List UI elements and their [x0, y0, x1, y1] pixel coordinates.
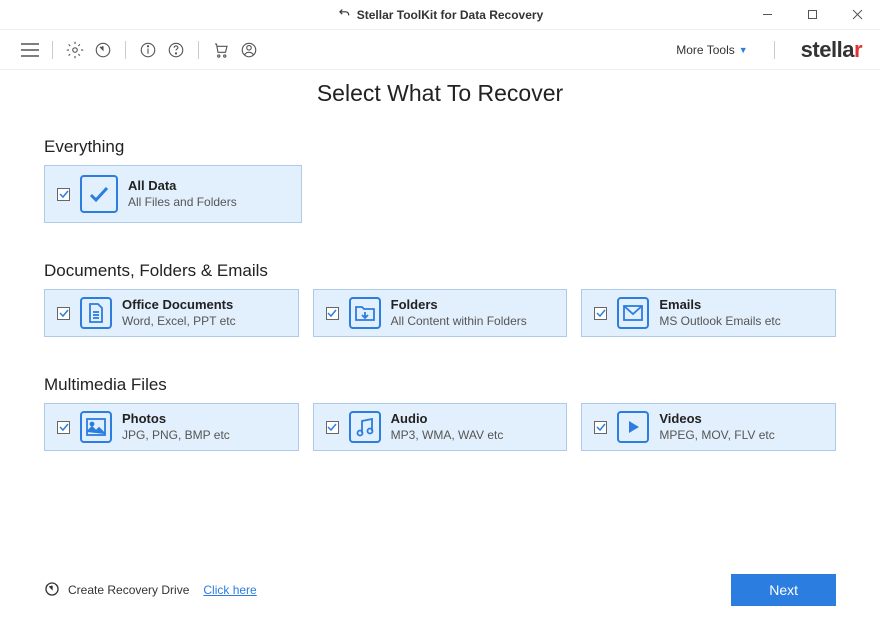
card-desc: All Files and Folders — [128, 195, 289, 211]
section-documents: Documents, Folders & Emails Office Docum… — [44, 261, 836, 337]
card-desc: MS Outlook Emails etc — [659, 314, 823, 330]
recovery-drive-label: Create Recovery Drive — [68, 583, 189, 597]
help-icon[interactable] — [164, 38, 188, 62]
divider — [774, 41, 775, 59]
section-title: Everything — [44, 137, 836, 157]
checkbox[interactable] — [57, 421, 70, 434]
content: Select What To Recover Everything All Da… — [0, 70, 880, 451]
card-title: Emails — [659, 297, 823, 314]
toolbar-right: More Tools ▼ stellar — [676, 37, 862, 63]
email-icon — [617, 297, 649, 329]
divider — [198, 41, 199, 59]
maximize-button[interactable] — [790, 0, 835, 29]
close-button[interactable] — [835, 0, 880, 29]
card-desc: All Content within Folders — [391, 314, 555, 330]
card-audio[interactable]: Audio MP3, WMA, WAV etc — [313, 403, 568, 451]
checkbox-all-data[interactable] — [57, 188, 70, 201]
card-desc: MP3, WMA, WAV etc — [391, 428, 555, 444]
section-multimedia: Multimedia Files Photos JPG, PNG, BMP et… — [44, 375, 836, 451]
toolbar-left — [18, 38, 261, 62]
card-videos[interactable]: Videos MPEG, MOV, FLV etc — [581, 403, 836, 451]
gear-icon[interactable] — [63, 38, 87, 62]
menu-icon[interactable] — [18, 38, 42, 62]
more-tools-dropdown[interactable]: More Tools ▼ — [676, 43, 747, 57]
divider — [52, 41, 53, 59]
minimize-button[interactable] — [745, 0, 790, 29]
recovery-drive-icon — [44, 581, 60, 600]
document-icon — [80, 297, 112, 329]
section-title: Multimedia Files — [44, 375, 836, 395]
card-folders[interactable]: Folders All Content within Folders — [313, 289, 568, 337]
card-desc: Word, Excel, PPT etc — [122, 314, 286, 330]
back-icon — [337, 6, 351, 23]
titlebar: Stellar ToolKit for Data Recovery — [0, 0, 880, 30]
checkbox[interactable] — [326, 307, 339, 320]
user-icon[interactable] — [237, 38, 261, 62]
footer-left: Create Recovery Drive Click here — [44, 581, 257, 600]
window-title-wrap: Stellar ToolKit for Data Recovery — [337, 6, 544, 23]
card-title: Folders — [391, 297, 555, 314]
more-tools-label: More Tools — [676, 43, 734, 57]
video-icon — [617, 411, 649, 443]
audio-icon — [349, 411, 381, 443]
card-title: Audio — [391, 411, 555, 428]
logo: stellar — [801, 37, 862, 63]
card-photos[interactable]: Photos JPG, PNG, BMP etc — [44, 403, 299, 451]
card-title: Photos — [122, 411, 286, 428]
footer: Create Recovery Drive Click here Next — [0, 574, 880, 606]
toolbar: More Tools ▼ stellar — [0, 30, 880, 70]
card-desc: JPG, PNG, BMP etc — [122, 428, 286, 444]
checkbox[interactable] — [57, 307, 70, 320]
folder-icon — [349, 297, 381, 329]
card-all-data[interactable]: All Data All Files and Folders — [44, 165, 302, 223]
click-here-link[interactable]: Click here — [203, 583, 256, 597]
card-emails[interactable]: Emails MS Outlook Emails etc — [581, 289, 836, 337]
page-title: Select What To Recover — [44, 80, 836, 107]
window-controls — [745, 0, 880, 29]
checkbox[interactable] — [594, 307, 607, 320]
chevron-down-icon: ▼ — [739, 45, 748, 55]
history-icon[interactable] — [91, 38, 115, 62]
next-button[interactable]: Next — [731, 574, 836, 606]
photo-icon — [80, 411, 112, 443]
section-everything: Everything All Data All Files and Folder… — [44, 137, 836, 223]
card-title: All Data — [128, 178, 289, 195]
card-title: Videos — [659, 411, 823, 428]
cart-icon[interactable] — [209, 38, 233, 62]
card-title: Office Documents — [122, 297, 286, 314]
checkbox[interactable] — [326, 421, 339, 434]
checkbox[interactable] — [594, 421, 607, 434]
info-icon[interactable] — [136, 38, 160, 62]
card-office-documents[interactable]: Office Documents Word, Excel, PPT etc — [44, 289, 299, 337]
window-title: Stellar ToolKit for Data Recovery — [357, 8, 544, 22]
divider — [125, 41, 126, 59]
checkmark-icon — [80, 175, 118, 213]
card-desc: MPEG, MOV, FLV etc — [659, 428, 823, 444]
section-title: Documents, Folders & Emails — [44, 261, 836, 281]
